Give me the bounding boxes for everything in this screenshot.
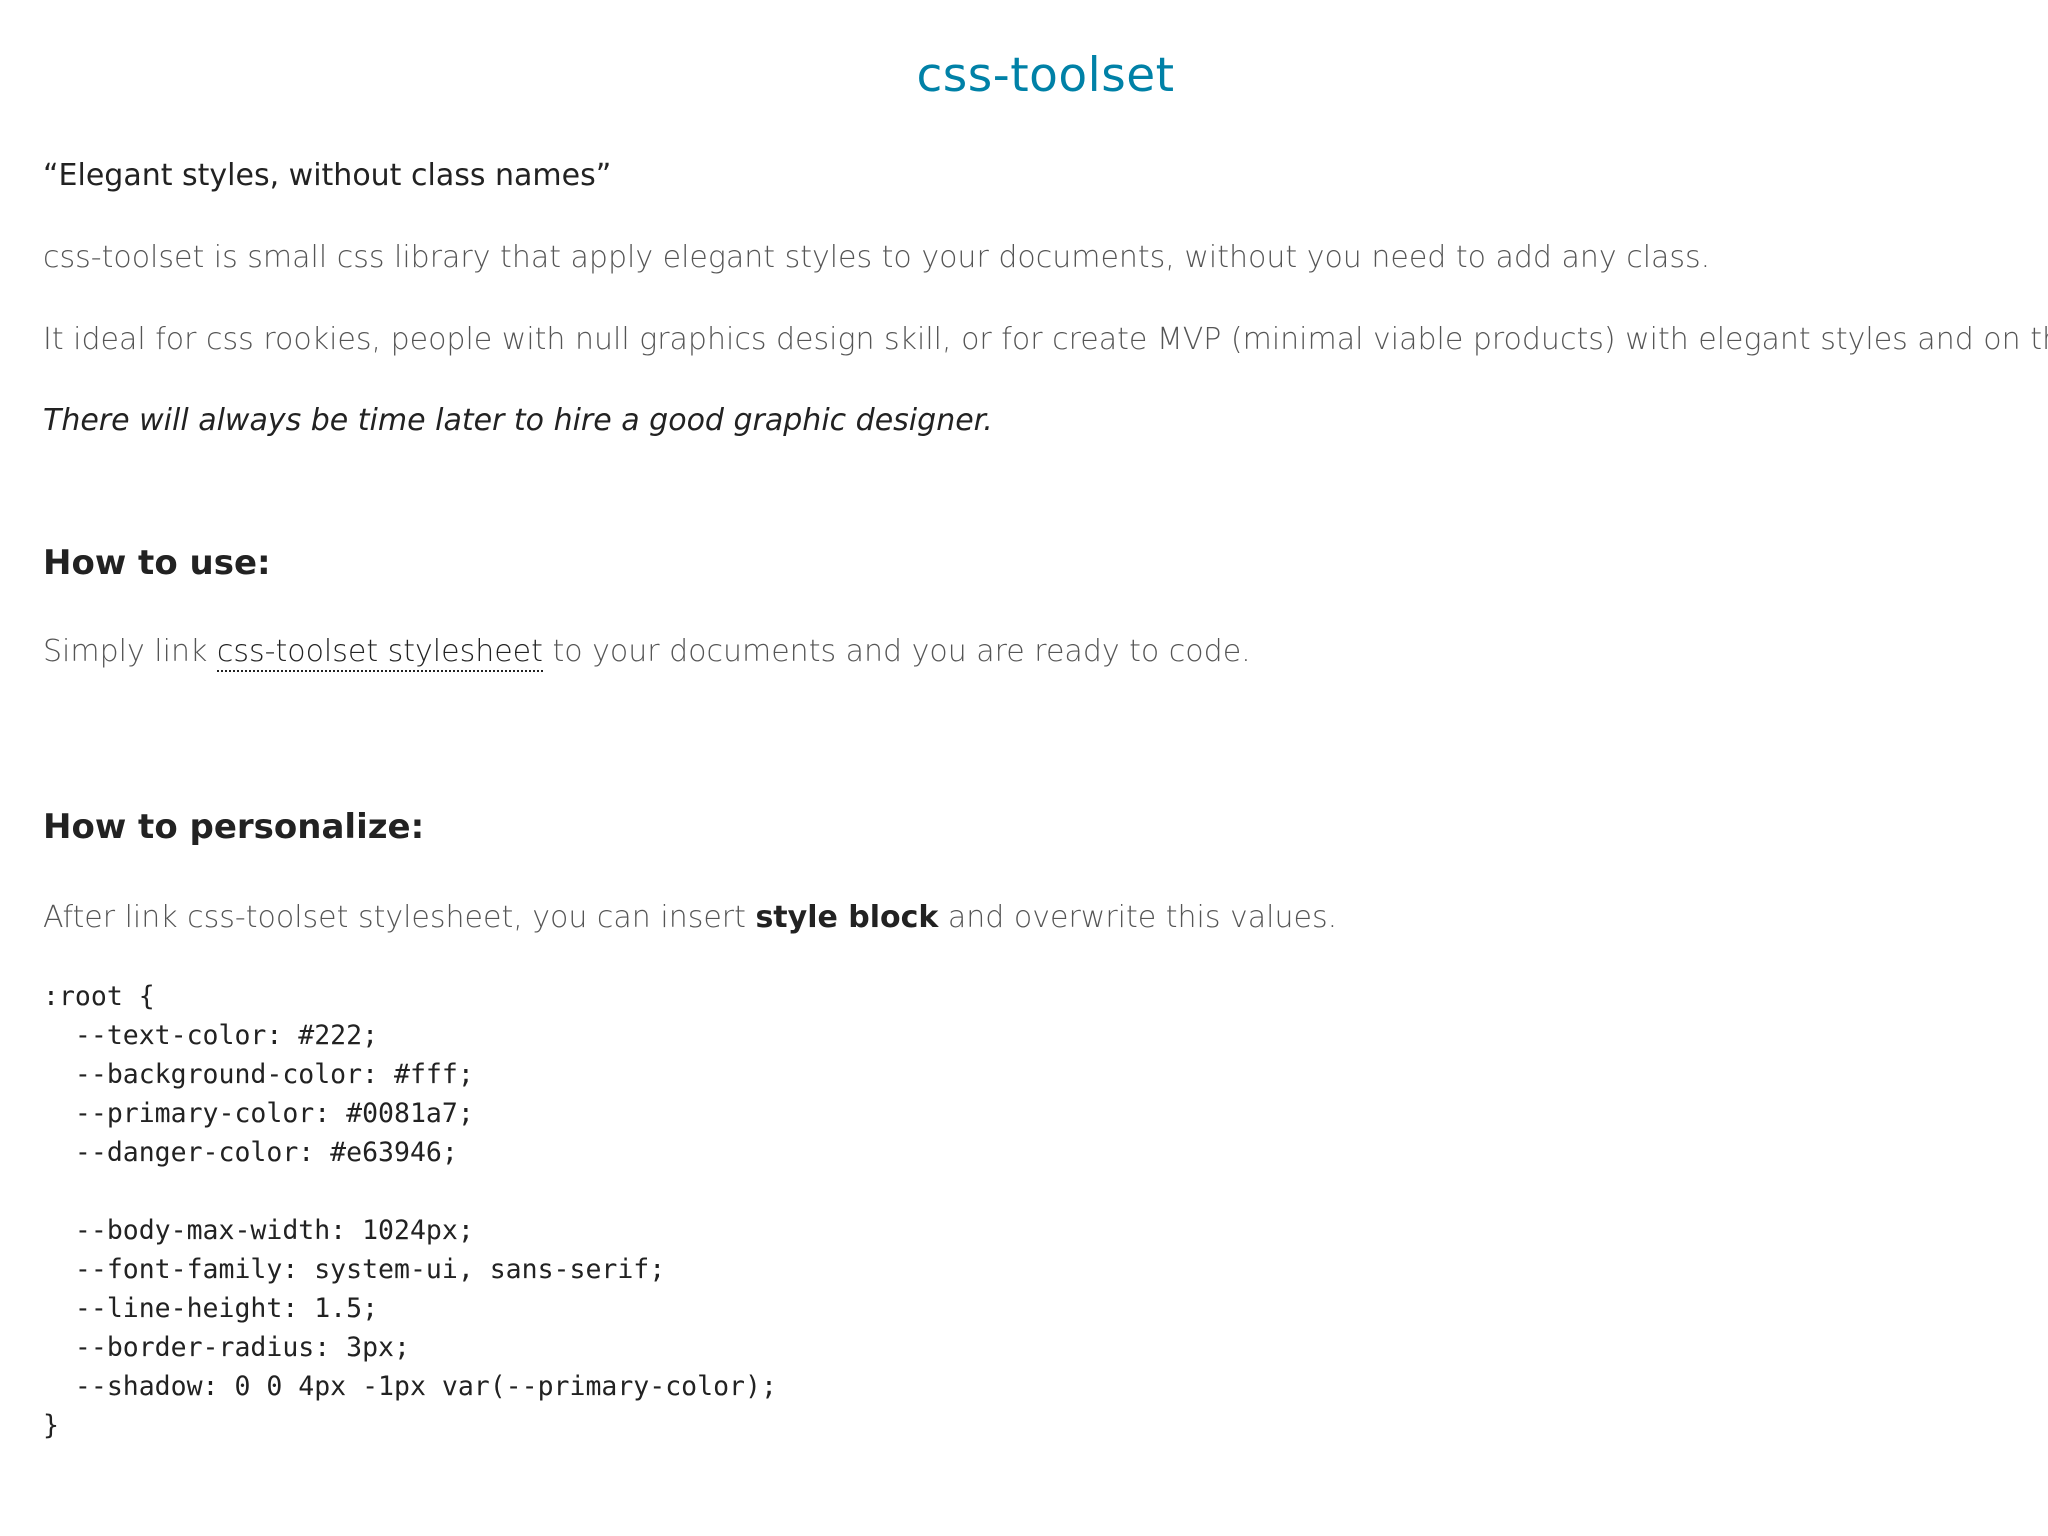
- code-line: --body-max-width: 1024px;: [43, 1215, 474, 1246]
- code-line: --border-radius: 3px;: [43, 1332, 410, 1363]
- how-to-use-text-after: to your documents and you are ready to c…: [542, 634, 1251, 669]
- code-line: --background-color: #fff;: [43, 1059, 474, 1090]
- code-line: --primary-color: #0081a7;: [43, 1098, 474, 1129]
- code-line: --text-color: #222;: [43, 1020, 379, 1051]
- designer-note: There will always be time later to hire …: [43, 403, 993, 438]
- personalize-text-before: After link css-toolset stylesheet, you c…: [43, 900, 756, 935]
- tagline: “Elegant styles, without class names”: [43, 158, 612, 193]
- personalize-text-after: and overwrite this values.: [938, 900, 1338, 935]
- code-line: --danger-color: #e63946;: [43, 1137, 458, 1168]
- code-block: :root { --text-color: #222; --background…: [43, 977, 777, 1445]
- page-title: css-toolset: [916, 48, 1175, 103]
- code-line: --shadow: 0 0 4px -1px var(--primary-col…: [43, 1371, 777, 1402]
- how-to-personalize-paragraph: After link css-toolset stylesheet, you c…: [43, 900, 1337, 935]
- how-to-personalize-heading: How to personalize:: [43, 807, 425, 847]
- code-line: --line-height: 1.5;: [43, 1293, 379, 1324]
- how-to-use-paragraph: Simply link css-toolset stylesheet to yo…: [43, 634, 1251, 672]
- how-to-use-heading: How to use:: [43, 543, 271, 583]
- code-line: --font-family: system-ui, sans-serif;: [43, 1254, 666, 1285]
- stylesheet-link[interactable]: css-toolset stylesheet: [216, 634, 543, 672]
- style-block-emphasis: style block: [755, 900, 939, 935]
- how-to-use-text-before: Simply link: [43, 634, 217, 669]
- audience-paragraph: It ideal for css rookies, people with nu…: [43, 322, 2048, 357]
- code-line: }: [43, 1410, 59, 1441]
- intro-paragraph: css-toolset is small css library that ap…: [43, 240, 1711, 275]
- code-line: :root {: [43, 981, 155, 1012]
